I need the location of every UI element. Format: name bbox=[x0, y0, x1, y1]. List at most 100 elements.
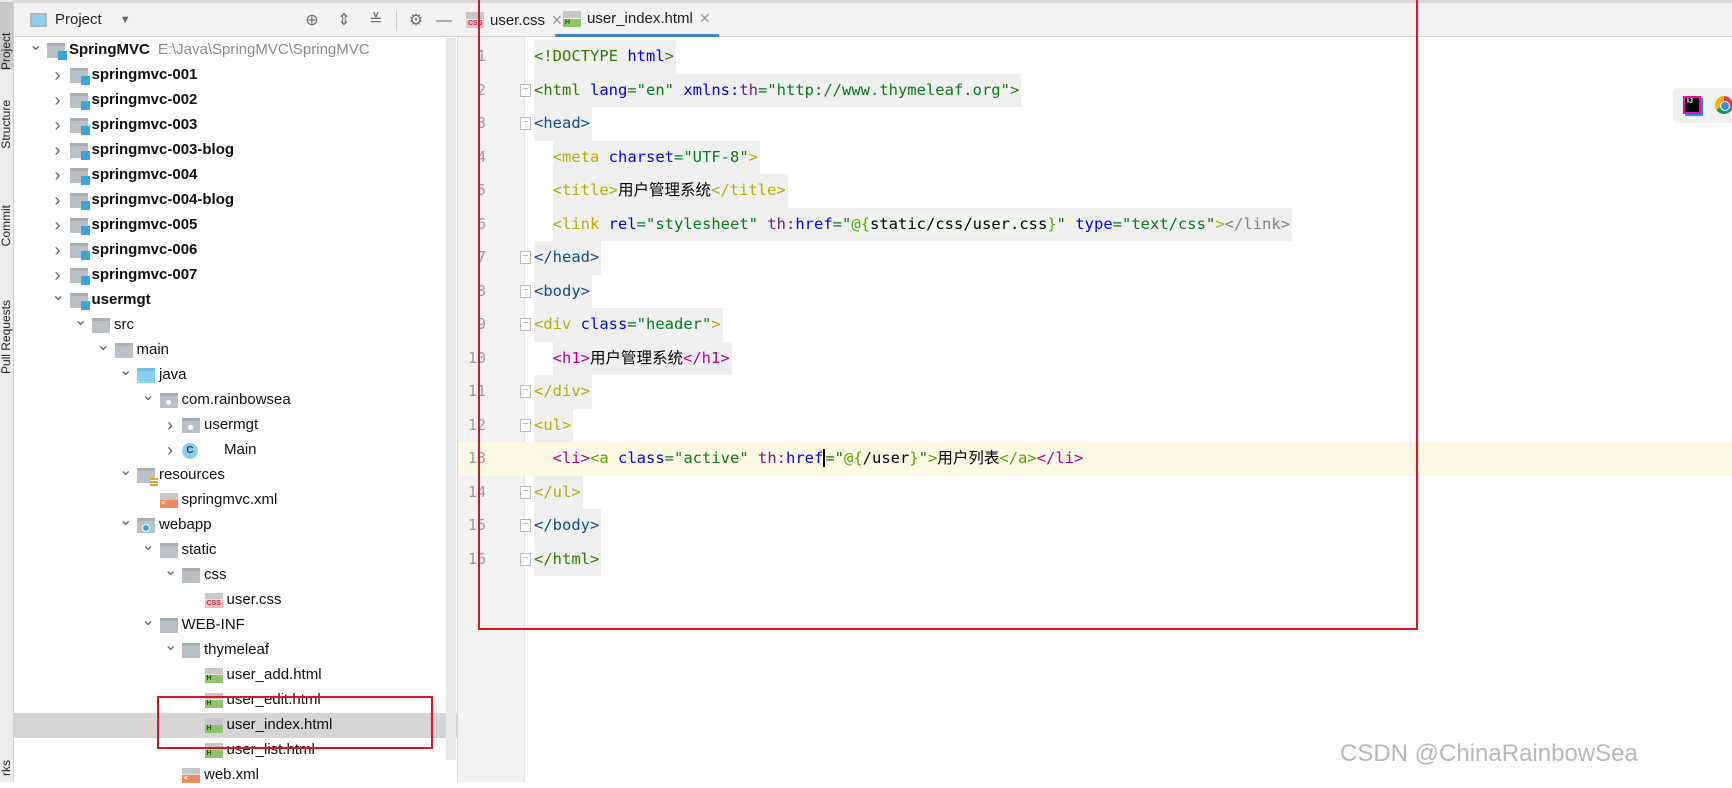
chevron-right-icon[interactable]: › bbox=[52, 91, 64, 109]
chrome-icon[interactable] bbox=[1715, 96, 1732, 114]
chevron-right-icon[interactable]: › bbox=[52, 166, 64, 184]
module-icon bbox=[69, 93, 90, 110]
project-view-selector[interactable]: Project ▼ bbox=[30, 11, 131, 28]
tree-item[interactable]: › springmvc-005 bbox=[14, 213, 444, 238]
chevron-right-icon[interactable]: › bbox=[52, 116, 64, 134]
chevron-right-icon[interactable]: › bbox=[52, 216, 64, 234]
tree-item[interactable]: ⌄ thymeleaf bbox=[14, 638, 444, 663]
tree-item[interactable]: › springmvc-003-blog bbox=[14, 138, 444, 163]
fold-marker-icon[interactable]: − bbox=[520, 485, 531, 499]
tree-item-text: webapp bbox=[159, 516, 212, 533]
chevron-down-icon[interactable]: ⌄ bbox=[52, 288, 65, 304]
tree-item[interactable]: ⌄ SpringMVC E:\Java\SpringMVC\SpringMVC bbox=[14, 38, 444, 63]
fold-marker-icon[interactable]: − bbox=[520, 83, 531, 97]
tree-item-text: user_edit.html bbox=[226, 691, 321, 708]
tree-item[interactable]: Huser_list.html bbox=[14, 738, 444, 763]
tree-item[interactable]: < springmvc.xml bbox=[14, 488, 444, 513]
tab-user-css[interactable]: CSS user.css ✕ bbox=[458, 3, 571, 37]
side-tab-pull-requests[interactable]: Pull Requests bbox=[0, 300, 13, 374]
tree-item[interactable]: › springmvc-003 bbox=[14, 113, 444, 138]
tree-item[interactable]: › springmvc-007 bbox=[14, 263, 444, 288]
chevron-right-icon[interactable]: › bbox=[52, 141, 64, 159]
tree-item[interactable]: › C Main bbox=[14, 438, 444, 463]
tree-item[interactable]: ⌄ main bbox=[14, 338, 444, 363]
code-content: <link rel="stylesheet" th:href="@{static… bbox=[552, 207, 1292, 241]
code-token: static/css/user.css bbox=[870, 214, 1048, 233]
chevron-right-icon[interactable]: › bbox=[52, 241, 64, 259]
minimize-icon[interactable]: — bbox=[434, 11, 454, 31]
chevron-right-icon[interactable]: › bbox=[52, 266, 64, 284]
tree-item-text: springmvc-004 bbox=[91, 166, 198, 183]
tree-item[interactable]: ⌄ resources bbox=[14, 463, 444, 488]
chevron-down-icon[interactable]: ⌄ bbox=[119, 513, 132, 529]
code-line: <title>用户管理系统</title> bbox=[534, 174, 788, 208]
tree-item[interactable]: ⌄ css bbox=[14, 563, 444, 588]
side-tab-project[interactable]: Project bbox=[0, 2, 13, 70]
intellij-icon[interactable]: IJ bbox=[1683, 96, 1701, 114]
tree-item[interactable]: › springmvc-004-blog bbox=[14, 188, 444, 213]
fold-marker-icon[interactable]: − bbox=[520, 251, 531, 264]
tree-item[interactable]: < web.xml bbox=[14, 763, 444, 788]
fold-marker-icon[interactable]: − bbox=[520, 385, 531, 398]
code-token: th bbox=[739, 80, 758, 99]
chevron-down-icon[interactable]: ⌄ bbox=[119, 463, 132, 479]
fold-marker-icon[interactable]: − bbox=[520, 318, 531, 331]
tree-item[interactable]: ⌄ webapp bbox=[14, 513, 444, 538]
code-line: <meta charset="UTF-8"> bbox=[534, 140, 760, 174]
tree-scrollbar[interactable] bbox=[446, 38, 456, 760]
tree-item[interactable]: Huser_index.html bbox=[14, 713, 458, 738]
fold-marker-icon[interactable]: − bbox=[520, 284, 531, 298]
chevron-right-icon[interactable]: › bbox=[52, 66, 64, 84]
side-tab-bookmarks[interactable]: rks bbox=[0, 760, 13, 776]
chevron-right-icon[interactable]: › bbox=[164, 441, 176, 459]
chevron-down-icon[interactable]: ⌄ bbox=[97, 338, 110, 354]
locate-icon[interactable]: ⊕ bbox=[302, 11, 322, 31]
tree-item-label: springmvc-004-blog bbox=[92, 191, 235, 208]
side-tab-structure[interactable]: Structure bbox=[0, 100, 13, 149]
chevron-down-icon[interactable]: ⌄ bbox=[74, 313, 87, 329]
tree-item[interactable]: › usermgt bbox=[14, 413, 444, 438]
line-number: 12 bbox=[467, 415, 486, 434]
fold-marker-icon[interactable]: − bbox=[520, 418, 531, 432]
tree-item[interactable]: Huser_add.html bbox=[14, 663, 444, 688]
code-line: <div class="header"> bbox=[534, 308, 723, 342]
code-token: class bbox=[580, 315, 628, 333]
tree-item-label: springmvc-003 bbox=[92, 116, 198, 133]
chevron-down-icon[interactable]: ⌄ bbox=[142, 613, 155, 629]
chevron-right-icon[interactable]: › bbox=[52, 191, 64, 209]
tree-item[interactable]: ⌄ static bbox=[14, 538, 444, 563]
close-icon[interactable]: ✕ bbox=[699, 10, 711, 27]
fold-marker-icon[interactable]: − bbox=[520, 117, 531, 130]
tree-item[interactable]: CSS user.css bbox=[14, 588, 444, 613]
tree-item-label: springmvc-006 bbox=[92, 241, 198, 258]
chevron-down-icon[interactable]: ⌄ bbox=[119, 363, 132, 379]
line-number: 2 bbox=[476, 80, 486, 99]
side-tab-commit[interactable]: Commit bbox=[0, 205, 13, 246]
line-number: 16 bbox=[467, 549, 486, 568]
fold-marker-icon[interactable]: − bbox=[520, 552, 531, 566]
chevron-right-icon[interactable]: › bbox=[164, 416, 176, 434]
chevron-down-icon[interactable]: ⌄ bbox=[164, 563, 177, 579]
tree-item[interactable]: ⌄ WEB-INF bbox=[14, 613, 444, 638]
tree-item[interactable]: ⌄ usermgt bbox=[14, 288, 444, 313]
tree-item[interactable]: ⌄ com.rainbowsea bbox=[14, 388, 444, 413]
code-token: ="en" bbox=[627, 80, 684, 99]
tree-item[interactable]: ⌄ src bbox=[14, 313, 444, 338]
expand-all-icon[interactable]: ⇕ bbox=[334, 11, 354, 31]
tree-item[interactable]: › springmvc-001 bbox=[14, 63, 444, 88]
chevron-down-icon[interactable]: ⌄ bbox=[29, 38, 42, 54]
tree-item[interactable]: ⌄ java bbox=[14, 363, 444, 388]
chevron-down-icon[interactable]: ⌄ bbox=[142, 388, 155, 404]
fold-marker-icon[interactable]: − bbox=[520, 519, 531, 532]
tree-item[interactable]: › springmvc-006 bbox=[14, 238, 444, 263]
code-token: th: bbox=[767, 214, 796, 233]
line-number: 10 bbox=[467, 348, 486, 367]
chevron-down-icon[interactable]: ⌄ bbox=[142, 538, 155, 554]
collapse-all-icon[interactable]: ≚ bbox=[366, 11, 386, 31]
gear-icon[interactable]: ⚙ bbox=[406, 11, 426, 31]
chevron-down-icon[interactable]: ⌄ bbox=[164, 638, 177, 654]
tree-item[interactable]: › springmvc-004 bbox=[14, 163, 444, 188]
tree-item[interactable]: › springmvc-002 bbox=[14, 88, 444, 113]
tab-user-index-html[interactable]: H user_index.html ✕ bbox=[555, 3, 719, 37]
tree-item[interactable]: Huser_edit.html bbox=[14, 688, 444, 713]
